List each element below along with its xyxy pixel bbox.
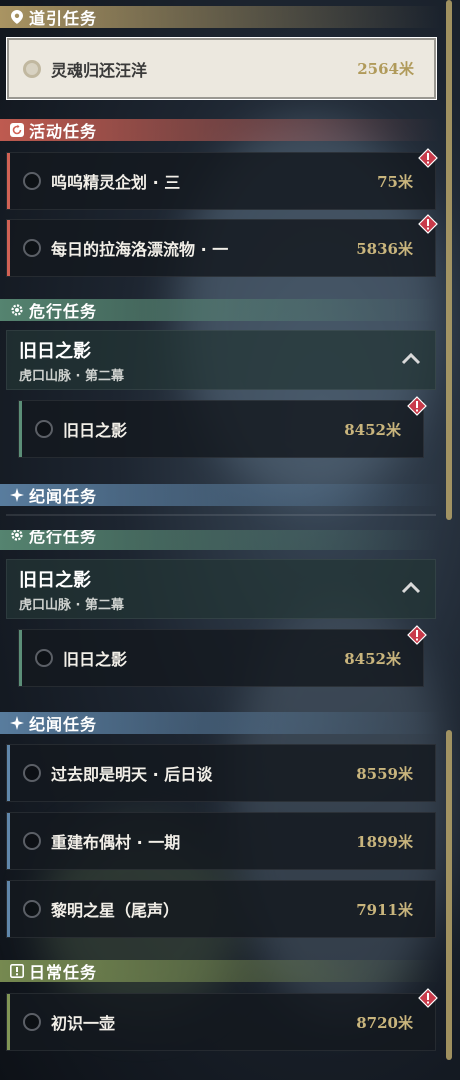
group-subtitle: 虎口山脉 · 第二幕 — [19, 598, 124, 613]
task-distance: 5836米 — [356, 239, 413, 258]
alert-diamond-icon — [418, 148, 438, 168]
task-name: 旧日之影 — [63, 650, 128, 669]
task-accent-bar — [7, 220, 10, 276]
task-status-circle[interactable] — [23, 59, 41, 78]
task-distance: 8452米 — [344, 649, 401, 668]
chronicle-task-row-1[interactable]: 过去即是明天 · 后日谈 8559米 — [6, 744, 436, 802]
activity-task-header-label: 活动任务 — [29, 122, 98, 141]
refresh-icon — [9, 122, 25, 138]
chevron-up-icon[interactable] — [401, 351, 421, 365]
sparkle-icon — [9, 715, 25, 731]
task-accent-bar — [7, 881, 10, 937]
task-name: 呜呜精灵企划 · 三 — [51, 173, 181, 192]
gear-icon — [9, 302, 25, 318]
chronicle-task-header: 纪闻任务 — [0, 484, 440, 506]
scrollbar-bottom[interactable] — [446, 730, 452, 1060]
chevron-up-icon[interactable] — [401, 580, 421, 594]
guide-task-row[interactable]: 灵魂归还汪洋 2564米 — [6, 37, 437, 100]
task-name: 旧日之影 — [63, 421, 128, 440]
task-distance: 2564米 — [357, 60, 414, 78]
gear-icon — [9, 530, 25, 543]
daily-task-row[interactable]: 初识一壶 8720米 — [6, 993, 436, 1051]
task-name: 过去即是明天 · 后日谈 — [51, 765, 213, 784]
task-name: 黎明之星（尾声） — [51, 901, 180, 920]
task-distance: 1899米 — [356, 832, 413, 851]
task-accent-bar — [7, 745, 10, 801]
task-name: 重建布偶村 · 一期 — [51, 833, 181, 852]
daily-task-header-label: 日常任务 — [29, 963, 98, 982]
danger-task-row[interactable]: 旧日之影 8452米 — [18, 629, 424, 687]
task-distance: 8559米 — [356, 764, 413, 783]
task-status-circle[interactable] — [23, 764, 41, 782]
chronicle-task-header-label: 纪闻任务 — [29, 487, 98, 506]
task-status-circle[interactable] — [23, 900, 41, 918]
location-pin-icon — [9, 9, 25, 25]
alert-diamond-icon — [418, 988, 438, 1008]
guide-task-header: 道引任务 — [0, 6, 440, 28]
chronicle-task-row-2[interactable]: 重建布偶村 · 一期 1899米 — [6, 812, 436, 870]
group-title: 旧日之影 — [19, 341, 91, 362]
task-status-circle[interactable] — [23, 172, 41, 190]
guide-task-header-label: 道引任务 — [29, 9, 98, 28]
task-status-circle[interactable] — [35, 420, 53, 438]
task-accent-bar — [19, 401, 22, 457]
chronicle-task-header-label: 纪闻任务 — [29, 715, 98, 734]
task-name: 每日的拉海洛漂流物 · 一 — [51, 240, 229, 259]
daily-task-header: 日常任务 — [0, 960, 440, 982]
sparkle-icon — [9, 487, 25, 503]
task-name: 灵魂归还汪洋 — [51, 60, 148, 80]
panel-divider — [6, 514, 436, 516]
task-accent-bar — [19, 630, 22, 686]
task-accent-bar — [7, 153, 10, 209]
danger-task-row[interactable]: 旧日之影 8452米 — [18, 400, 424, 458]
task-status-circle[interactable] — [23, 1013, 41, 1031]
task-distance: 8720米 — [356, 1013, 413, 1032]
danger-task-header-label: 危行任务 — [29, 302, 98, 321]
task-status-circle[interactable] — [23, 832, 41, 850]
task-accent-bar — [7, 994, 10, 1050]
danger-task-header: 危行任务 — [0, 299, 440, 321]
alert-diamond-icon — [407, 396, 427, 416]
activity-task-header: 活动任务 — [0, 119, 440, 141]
scrollbar-top[interactable] — [446, 0, 452, 520]
danger-task-header-partial: 危行任务 — [0, 530, 440, 550]
group-title: 旧日之影 — [19, 570, 91, 591]
task-distance: 8452米 — [344, 420, 401, 439]
task-distance: 7911米 — [356, 900, 413, 919]
exclamation-box-icon — [9, 963, 25, 979]
task-name: 初识一壶 — [51, 1014, 116, 1033]
danger-task-group[interactable]: 旧日之影 虎口山脉 · 第二幕 — [6, 330, 436, 390]
alert-diamond-icon — [407, 625, 427, 645]
chronicle-task-row-3[interactable]: 黎明之星（尾声） 7911米 — [6, 880, 436, 938]
alert-diamond-icon — [418, 214, 438, 234]
activity-task-row-1[interactable]: 呜呜精灵企划 · 三 75米 — [6, 152, 436, 210]
task-status-circle[interactable] — [35, 649, 53, 667]
danger-task-header-label: 危行任务 — [29, 530, 98, 546]
task-accent-bar — [7, 813, 10, 869]
task-status-circle[interactable] — [23, 239, 41, 257]
activity-task-row-2[interactable]: 每日的拉海洛漂流物 · 一 5836米 — [6, 219, 436, 277]
danger-task-group[interactable]: 旧日之影 虎口山脉 · 第二幕 — [6, 559, 436, 619]
group-subtitle: 虎口山脉 · 第二幕 — [19, 369, 124, 384]
task-distance: 75米 — [377, 172, 413, 191]
chronicle-task-header: 纪闻任务 — [0, 712, 440, 734]
